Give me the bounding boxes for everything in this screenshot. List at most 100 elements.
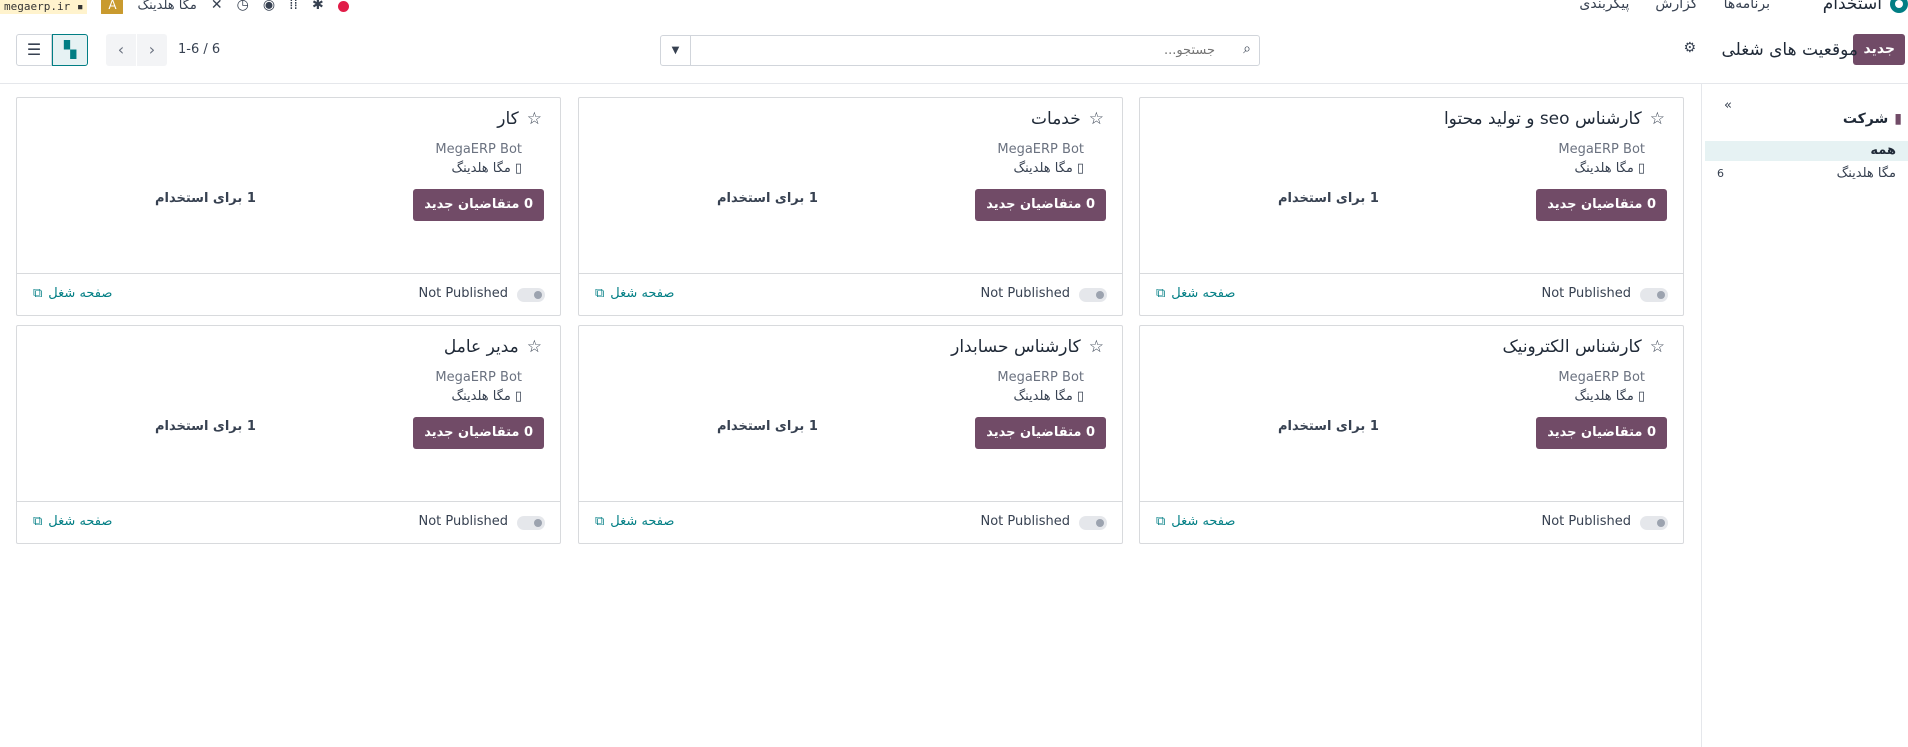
publish-toggle[interactable] (1640, 516, 1668, 530)
app-title[interactable]: استخدام (1823, 0, 1882, 14)
database-icon: ▪ (76, 0, 84, 13)
star-icon[interactable]: ☆ (1089, 337, 1104, 357)
menu-item-reporting[interactable]: گزارش (1655, 0, 1697, 12)
building-icon: ▯ (1076, 161, 1084, 176)
search-box: ▼ ⌕ (660, 35, 1260, 66)
navbar: استخدام برنامه‌ها گزارش پیکربندی megaerp… (0, 0, 1908, 14)
job-page-link[interactable]: صفحه شغل⧉ (1156, 514, 1235, 529)
kanban-view-button[interactable]: ▚ (52, 34, 88, 66)
job-card[interactable]: ☆مدیر عامل MegaERP Bot ▯مگا هلدینگ 0 متق… (16, 325, 561, 544)
job-page-link[interactable]: صفحه شغل⧉ (595, 514, 674, 529)
menu-item-programs[interactable]: برنامه‌ها (1724, 0, 1770, 12)
new-applicants-button[interactable]: 0 متقاضیان جدید (413, 189, 544, 221)
publish-status: Not Published (418, 286, 509, 301)
search-panel: « ▮شرکت همه مگا هلدینگ 6 (1701, 84, 1908, 747)
job-page-link[interactable]: صفحه شغل⧉ (33, 286, 112, 301)
building-icon: ▯ (1637, 389, 1645, 404)
publish-toggle[interactable] (1640, 288, 1668, 302)
new-applicants-button[interactable]: 0 متقاضیان جدید (1536, 417, 1667, 449)
job-company: ▯مگا هلدینگ (1013, 161, 1084, 176)
job-owner: MegaERP Bot (1558, 142, 1645, 157)
external-link-icon: ⧉ (33, 514, 43, 529)
job-card[interactable]: ☆خدمات MegaERP Bot ▯مگا هلدینگ 0 متقاضیا… (578, 97, 1123, 316)
star-icon[interactable]: ☆ (1650, 109, 1665, 129)
user-avatar[interactable]: A (101, 0, 124, 14)
clock-icon[interactable]: ◷ (237, 0, 249, 13)
publish-status: Not Published (980, 514, 1071, 529)
job-page-link[interactable]: صفحه شغل⧉ (1156, 286, 1235, 301)
building-icon: ▯ (514, 389, 522, 404)
search-panel-item-all[interactable]: همه (1705, 141, 1908, 161)
search-panel-item-company[interactable]: مگا هلدینگ 6 (1705, 164, 1908, 184)
tools-icon[interactable]: ✕ (211, 0, 223, 13)
pager-next-button[interactable]: › (137, 34, 167, 66)
to-recruit-link[interactable]: 1 برای استخدام (1278, 419, 1379, 434)
job-owner: MegaERP Bot (435, 370, 522, 385)
gear-icon[interactable]: ⚙ (1683, 40, 1696, 56)
list-view-button[interactable]: ☰ (16, 34, 52, 66)
star-icon[interactable]: ☆ (527, 337, 542, 357)
to-recruit-link[interactable]: 1 برای استخدام (717, 419, 818, 434)
job-card[interactable]: ☆کارشناس seo و تولید محتوا MegaERP Bot ▯… (1139, 97, 1684, 316)
job-card[interactable]: ☆کارشناس حسابدار MegaERP Bot ▯مگا هلدینگ… (578, 325, 1123, 544)
job-company: ▯مگا هلدینگ (451, 389, 522, 404)
job-title: ☆خدمات (1031, 109, 1104, 129)
systray: megaerp.ir ▪ A مگا هلدینگ ✕ ◷ ◉ ⁞⁞ ✱ (0, 0, 349, 14)
record-dot-icon[interactable] (337, 0, 349, 12)
card-footer: Not Published صفحه شغل⧉ (17, 501, 560, 543)
breadcrumb: موقعیت های شغلی (1721, 40, 1858, 60)
publish-toggle[interactable] (1079, 516, 1107, 530)
job-title: ☆مدیر عامل (443, 337, 542, 357)
company-switcher[interactable]: مگا هلدینگ (137, 0, 196, 13)
job-company: ▯مگا هلدینگ (1574, 389, 1645, 404)
job-card[interactable]: ☆کار MegaERP Bot ▯مگا هلدینگ 0 متقاضیان … (16, 97, 561, 316)
to-recruit-link[interactable]: 1 برای استخدام (717, 191, 818, 206)
job-owner: MegaERP Bot (435, 142, 522, 157)
card-footer: Not Published صفحه شغل⧉ (1140, 501, 1683, 543)
item-count: 6 (1717, 167, 1724, 180)
star-icon[interactable]: ☆ (1650, 337, 1665, 357)
menu-item-configuration[interactable]: پیکربندی (1579, 0, 1629, 12)
job-page-link[interactable]: صفحه شغل⧉ (33, 514, 112, 529)
collapse-panel-icon[interactable]: « (1724, 98, 1732, 113)
domain-badge: megaerp.ir ▪ (0, 0, 88, 14)
new-button[interactable]: جدید (1853, 34, 1905, 65)
card-footer: Not Published صفحه شغل⧉ (17, 273, 560, 315)
pager-value[interactable]: 1-6 / 6 (178, 42, 220, 57)
job-title: ☆کارشناس الکترونیک (1502, 337, 1665, 357)
building-icon: ▯ (1637, 161, 1645, 176)
search-icon[interactable]: ⌕ (1243, 41, 1251, 57)
new-applicants-button[interactable]: 0 متقاضیان جدید (975, 189, 1106, 221)
new-applicants-button[interactable]: 0 متقاضیان جدید (975, 417, 1106, 449)
search-options-toggle[interactable]: ▼ (661, 36, 691, 65)
job-page-link[interactable]: صفحه شغل⧉ (595, 286, 674, 301)
apps-grid-icon[interactable]: ⁞⁞ (289, 0, 298, 13)
app-logo-icon[interactable] (1890, 0, 1908, 13)
to-recruit-link[interactable]: 1 برای استخدام (155, 419, 256, 434)
publish-status: Not Published (980, 286, 1071, 301)
external-link-icon: ⧉ (1156, 514, 1166, 529)
pager-previous-button[interactable]: ‹ (106, 34, 136, 66)
job-company: ▯مگا هلدینگ (1574, 161, 1645, 176)
new-applicants-button[interactable]: 0 متقاضیان جدید (1536, 189, 1667, 221)
external-link-icon: ⧉ (595, 286, 605, 301)
new-applicants-button[interactable]: 0 متقاضیان جدید (413, 417, 544, 449)
card-footer: Not Published صفحه شغل⧉ (579, 501, 1122, 543)
publish-toggle[interactable] (1079, 288, 1107, 302)
to-recruit-link[interactable]: 1 برای استخدام (155, 191, 256, 206)
search-input[interactable] (695, 38, 1215, 63)
job-company: ▯مگا هلدینگ (451, 161, 522, 176)
bug-icon[interactable]: ✱ (312, 0, 324, 13)
divider (0, 83, 1908, 84)
to-recruit-link[interactable]: 1 برای استخدام (1278, 191, 1379, 206)
star-icon[interactable]: ☆ (527, 109, 542, 129)
job-title: ☆کارشناس حسابدار (951, 337, 1104, 357)
job-card[interactable]: ☆کارشناس الکترونیک MegaERP Bot ▯مگا هلدی… (1139, 325, 1684, 544)
search-panel-header: ▮شرکت (1842, 111, 1902, 127)
publish-toggle[interactable] (517, 288, 545, 302)
job-owner: MegaERP Bot (997, 142, 1084, 157)
publish-toggle[interactable] (517, 516, 545, 530)
external-link-icon: ⧉ (595, 514, 605, 529)
messages-icon[interactable]: ◉ (263, 0, 275, 13)
star-icon[interactable]: ☆ (1089, 109, 1104, 129)
